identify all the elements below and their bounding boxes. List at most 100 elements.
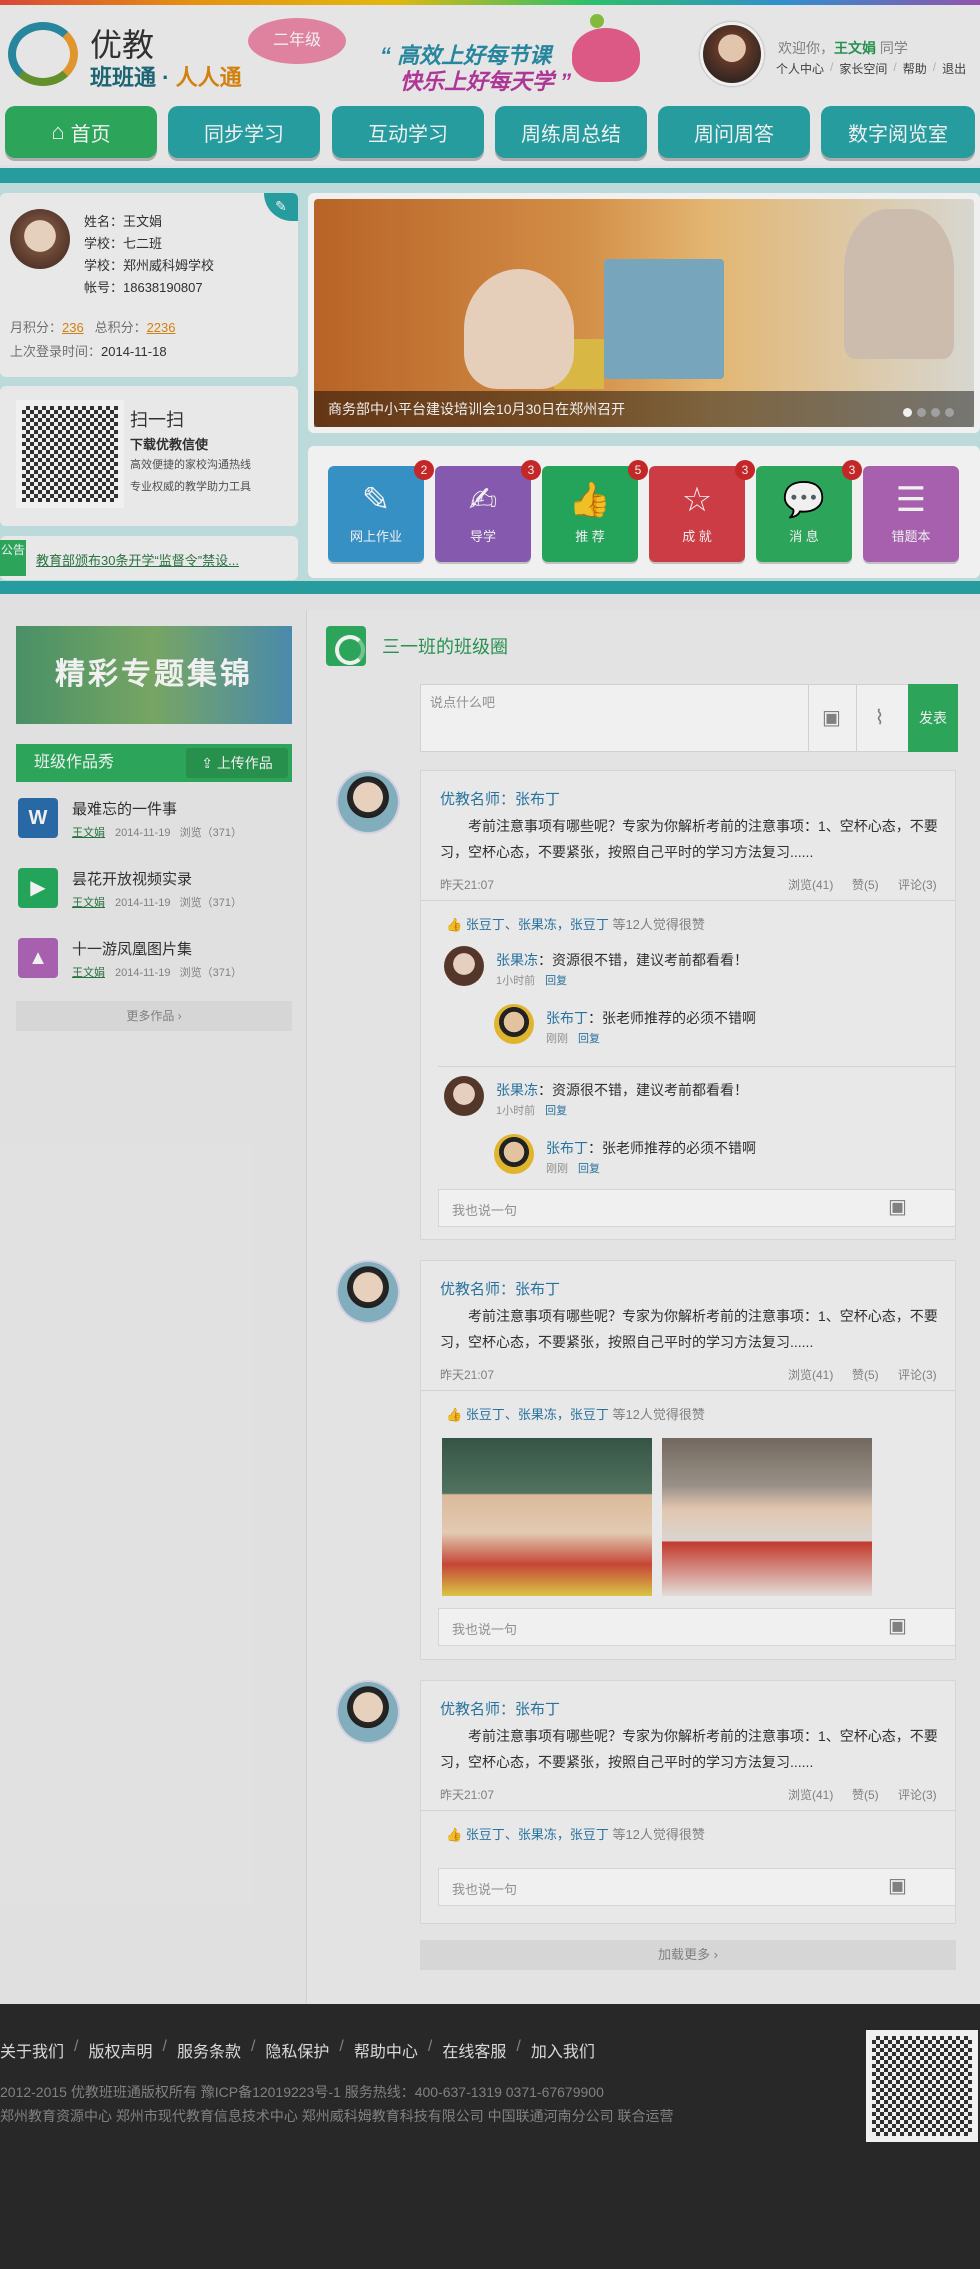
nav-home[interactable]: ⌂ 首页 [5,106,157,158]
nav-interactive-study[interactable]: 互动学习 [332,106,484,158]
carousel-dot[interactable] [931,408,940,417]
nav-weekly-summary[interactable]: 周练周总结 [495,106,647,158]
load-more-button[interactable]: 加载更多 › [420,1940,956,1970]
chat-icon: 💬 [782,481,826,519]
profile-account: 帐号：18638190807 [84,280,203,295]
footer-orgs: 郑州教育资源中心 郑州市现代教育信息技术中心 郑州威科姆教育科技有限公司 中国联… [0,2108,674,2124]
reply-avatar[interactable] [494,1004,534,1044]
comment-avatar[interactable] [444,1076,484,1116]
topic-promo-banner[interactable]: 精彩专题集锦 [16,626,292,724]
feed-photo[interactable] [442,1438,652,1596]
comment-avatar[interactable] [444,946,484,986]
footer-link-service[interactable]: 在线客服 [442,2038,506,2062]
list-icon: ☰ [895,481,927,519]
profile-name: 姓名：王文娟 [84,214,163,229]
like-button[interactable]: 赞(5) [852,1366,879,1383]
reply-link[interactable]: 回复 [578,1163,600,1175]
footer-link-privacy[interactable]: 隐私保护 [265,2038,329,2062]
reply-link[interactable]: 回复 [545,975,567,987]
welcome-text: 欢迎你，王文娟 同学 [778,40,908,56]
reply-link[interactable]: 回复 [545,1105,567,1117]
feed-author[interactable]: 优教名师：张布丁 [440,1278,560,1299]
tile-guided-study[interactable]: ✍ 导学 [435,466,531,562]
views-count[interactable]: 浏览(41) [788,1366,833,1383]
work-title[interactable]: 最难忘的一件事 [72,798,177,819]
profile-school: 学校：郑州威科姆学校 [84,258,215,273]
feed-photo[interactable] [662,1438,872,1596]
user-name[interactable]: 王文娟 [834,40,876,56]
reply-meta: 刚刚 回复 [546,1033,600,1045]
comment-button[interactable]: 评论(3) [898,1366,937,1383]
logo-icon[interactable] [8,22,78,86]
upload-work-button[interactable]: ⇪ 上传作品 [186,748,288,778]
carousel-dot[interactable] [945,408,954,417]
thumbs-up-icon: 👍 [446,917,466,932]
profile-points: 月积分：236 总积分：2236 [10,320,176,335]
notice-tag: 公告 [0,540,26,576]
publish-button[interactable]: 发表 [908,684,958,752]
image-upload-icon[interactable]: ▣ [888,1873,907,1898]
tile-recommend[interactable]: 👍 推 荐 [542,466,638,562]
logo-subtitle: 班班通 · 人人通 [90,65,242,90]
reply-link[interactable]: 回复 [578,1033,600,1045]
comment-button[interactable]: 评论(3) [898,876,937,893]
pencil-icon: ✎ [361,481,391,519]
comment-text: 张果冻：资源很不错，建议考前都看看！ [496,1082,748,1098]
like-button[interactable]: 赞(5) [852,1786,879,1803]
work-title[interactable]: 十一游凤凰图片集 [72,938,192,959]
feed-author[interactable]: 优教名师：张布丁 [440,1698,560,1719]
feed-avatar[interactable] [338,772,398,832]
help-link[interactable]: 帮助 [903,60,927,77]
month-points-link[interactable]: 236 [62,320,84,335]
notice-link[interactable]: 教育部颁布30条开学“监督令”禁设... [36,550,292,569]
image-upload-icon[interactable]: ▣ [888,1194,907,1219]
views-count[interactable]: 浏览(41) [788,876,833,893]
tile-messages[interactable]: 💬 消 息 [756,466,852,562]
likes-line: 👍 张豆丁、张果冻，张豆丁 等12人觉得很赞 [446,917,705,932]
feed-time: 昨天21:07 [440,1788,495,1802]
carousel-caption[interactable]: 商务部中小平台建设培训会10月30日在郑州召开 [314,391,974,427]
nav-digital-reading[interactable]: 数字阅览室 [821,106,975,158]
feed-author[interactable]: 优教名师：张布丁 [440,788,560,809]
views-count[interactable]: 浏览(41) [788,1786,833,1803]
image-upload-icon[interactable]: ▣ [888,1613,907,1638]
profile-avatar[interactable] [10,209,70,269]
attachment-icon[interactable]: ⌇ [856,684,902,752]
parent-space-link[interactable]: 家长空间 [839,60,887,77]
comment-meta: 1小时前 回复 [496,1105,568,1117]
edit-profile-icon[interactable]: ✎ [264,193,298,221]
nav-weekly-qa[interactable]: 周问周答 [658,106,810,158]
work-title[interactable]: 昙花开放视频实录 [72,868,192,889]
logout-link[interactable]: 退出 [942,60,966,77]
slogan-line2: 快乐上好每天学 ” [400,69,572,94]
carousel-dot[interactable] [903,408,912,417]
work-meta: 王文娟 2014-11-19 浏览（371） [72,897,242,909]
personal-center-link[interactable]: 个人中心 [776,60,824,77]
image-upload-icon[interactable]: ▣ [808,684,854,752]
footer-copyright: 2012-2015 优教班班通版权所有 豫ICP备12019223号-1 服务热… [0,2084,604,2100]
divider [420,1810,956,1811]
footer-link-join[interactable]: 加入我们 [531,2038,595,2062]
footer-link-terms[interactable]: 服务条款 [177,2038,241,2062]
tile-mistake-book[interactable]: ☰ 错题本 [863,466,959,562]
feed-avatar[interactable] [338,1262,398,1322]
more-works-button[interactable]: 更多作品 › [16,1001,292,1031]
like-button[interactable]: 赞(5) [852,876,879,893]
achievement-count-badge: 3 [735,460,755,480]
carousel-dot[interactable] [917,408,926,417]
feed-avatar[interactable] [338,1682,398,1742]
comment-button[interactable]: 评论(3) [898,1786,937,1803]
reply-meta: 刚刚 回复 [546,1163,600,1175]
tile-online-homework[interactable]: ✎ 网上作业 [328,466,424,562]
nav-sync-study[interactable]: 同步学习 [168,106,320,158]
footer-link-copyright[interactable]: 版权声明 [88,2038,152,2062]
star-icon: ☆ [681,481,713,519]
user-avatar[interactable] [700,22,764,86]
footer-link-about[interactable]: 关于我们 [0,2038,64,2062]
upload-icon: ⇪ [201,755,217,771]
work-meta: 王文娟 2014-11-19 浏览（371） [72,827,242,839]
tile-achievement[interactable]: ☆ 成 就 [649,466,745,562]
total-points-link[interactable]: 2236 [147,320,176,335]
footer-link-help[interactable]: 帮助中心 [354,2038,418,2062]
reply-avatar[interactable] [494,1134,534,1174]
